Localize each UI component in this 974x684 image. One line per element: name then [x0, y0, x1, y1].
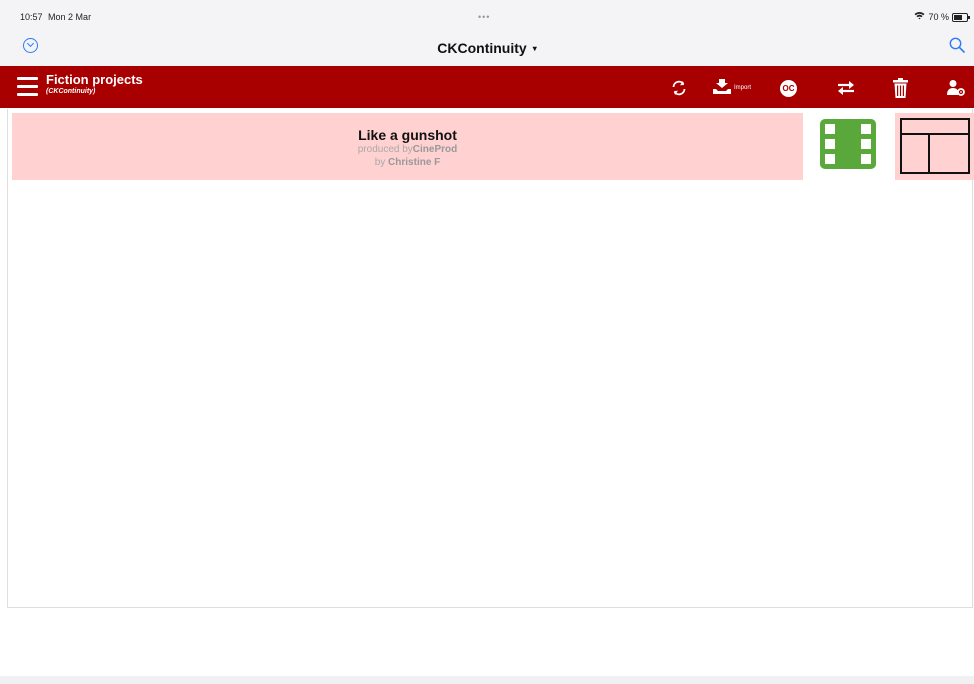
battery-percent: 70 %: [928, 12, 949, 22]
project-author: Christine F: [388, 157, 441, 168]
produced-by-label: produced by: [357, 144, 413, 155]
user-settings-icon[interactable]: [946, 79, 966, 97]
layout-icon[interactable]: [895, 113, 974, 180]
sync-icon[interactable]: [670, 79, 688, 97]
status-date: Mon 2 Mar: [48, 12, 92, 22]
by-label: by: [374, 157, 386, 168]
caret-down-icon: ▾: [532, 44, 537, 53]
status-indicators: 70 %: [914, 11, 970, 23]
project-producer-line: produced byCineProd: [12, 143, 803, 156]
menu-icon[interactable]: [17, 77, 38, 97]
status-time: 10:57 Mon 2 Mar: [20, 12, 91, 22]
project-producer: CineProd: [412, 144, 458, 155]
project-title: Like a gunshot: [358, 127, 457, 143]
project-author-line: by Christine F: [12, 156, 803, 169]
toolbar-subtitle: (CKContinuity): [46, 88, 96, 95]
nav-title-text: CKContinuity: [437, 40, 527, 56]
import-icon: [712, 78, 732, 99]
project-row[interactable]: Like a gunshot produced byCineProd by Ch…: [12, 113, 803, 180]
nav-title[interactable]: CKContinuity ▾: [0, 40, 974, 56]
oc-icon: OC: [780, 79, 797, 97]
search-icon[interactable]: [949, 37, 965, 53]
oc-button[interactable]: OC: [780, 79, 797, 97]
toolbar: Fiction projects (CKContinuity) Import O…: [0, 66, 974, 108]
nav-bar: CKContinuity ▾: [0, 24, 974, 66]
status-bar: 10:57 Mon 2 Mar ••• 70 %: [0, 0, 974, 24]
transfer-icon[interactable]: [836, 79, 856, 97]
multitask-dots[interactable]: •••: [478, 12, 490, 22]
toolbar-title: Fiction projects: [46, 72, 143, 87]
import-label: Import: [734, 85, 752, 91]
import-button[interactable]: Import: [712, 78, 752, 99]
wifi-icon: [914, 11, 925, 23]
projects-list: Like a gunshot produced byCineProd by Ch…: [7, 109, 974, 608]
battery-icon: [952, 12, 970, 22]
status-clock: 10:57: [20, 12, 43, 22]
trash-icon[interactable]: [892, 78, 909, 98]
film-icon[interactable]: [820, 119, 876, 169]
home-indicator-area: [0, 676, 974, 684]
